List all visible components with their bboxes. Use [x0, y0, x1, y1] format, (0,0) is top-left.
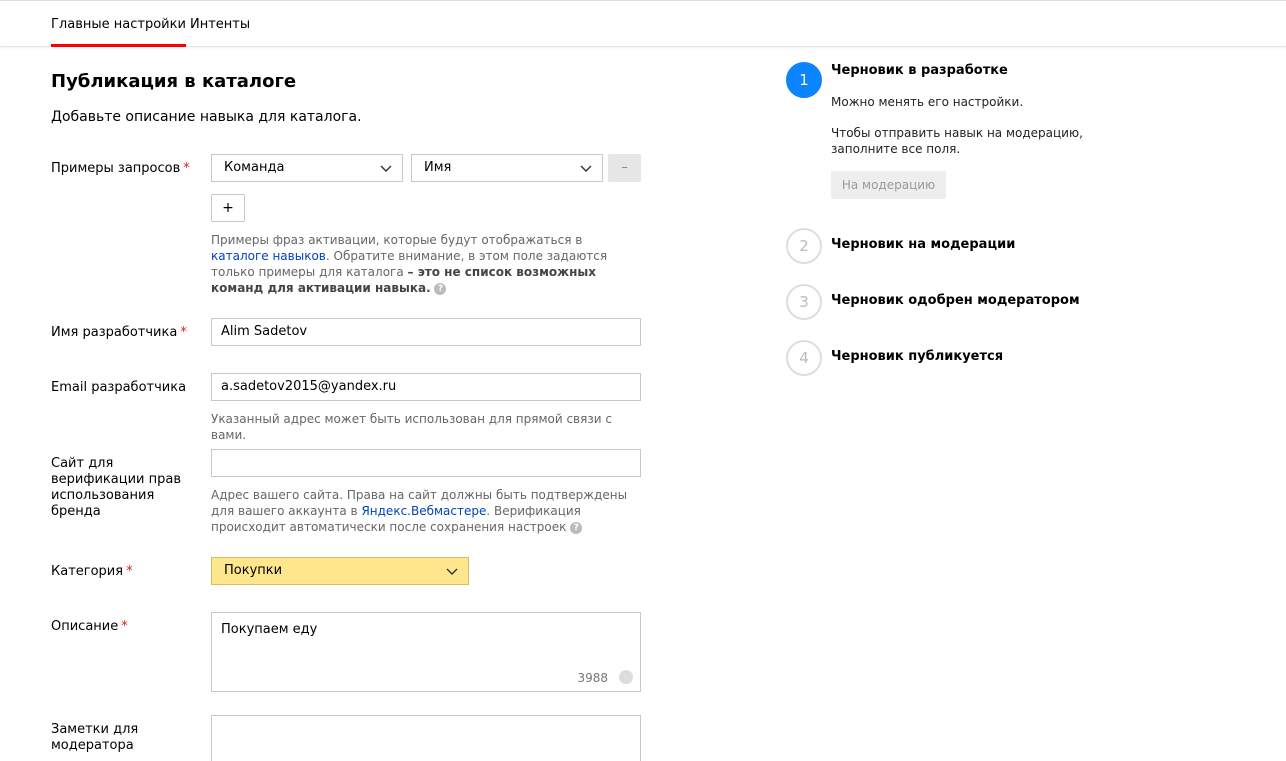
email-hint: Указанный адрес может быть использован д…: [211, 412, 612, 442]
page-subtitle: Добавьте описание навыка для каталога.: [51, 109, 362, 125]
examples-type-select[interactable]: Команда: [211, 154, 403, 182]
category-select[interactable]: Покупки: [211, 557, 469, 585]
chevron-down-icon: [580, 165, 592, 172]
tab-intents[interactable]: Интенты: [190, 17, 250, 32]
required-mark: *: [126, 564, 133, 579]
step-1-instructions: Чтобы отправить навык на модерацию, запо…: [831, 126, 1083, 156]
page-title: Публикация в каталоге: [51, 71, 297, 92]
description-value: Покупаем еду: [221, 622, 318, 637]
notes-textarea[interactable]: [211, 715, 641, 761]
developer-name-input[interactable]: Alim Sadetov: [211, 318, 641, 346]
site-hint: Адрес вашего сайта. Права на сайт должны…: [211, 488, 628, 534]
step-4-circle: 4: [786, 340, 822, 376]
developer-email-input[interactable]: a.sadetov2015@yandex.ru: [211, 373, 641, 401]
examples-value-value: Имя: [424, 160, 452, 175]
developer-email-label: Email разработчика: [51, 380, 187, 395]
catalog-link[interactable]: каталоге навыков: [211, 249, 326, 263]
step-3-title: Черновик одобрен модератором: [831, 293, 1080, 308]
step-1-text: Можно менять его настройки.: [831, 95, 1024, 109]
required-mark: *: [180, 325, 187, 340]
counter-indicator-icon: [619, 670, 633, 684]
step-1-title: Черновик в разработке: [831, 63, 1008, 78]
required-mark: *: [121, 619, 128, 634]
examples-value-select[interactable]: Имя: [411, 154, 603, 182]
category-value: Покупки: [224, 563, 283, 578]
add-example-button[interactable]: +: [211, 194, 245, 222]
examples-type-value: Команда: [224, 160, 285, 175]
chevron-down-icon: [380, 165, 392, 172]
tab-bar: Главные настройки Интенты: [0, 3, 1286, 47]
notes-label: Заметки для модератора: [51, 722, 139, 753]
remove-example-button[interactable]: –: [608, 154, 641, 182]
required-mark: *: [183, 161, 190, 176]
tab-main-settings[interactable]: Главные настройки: [51, 17, 186, 47]
help-icon[interactable]: ?: [570, 521, 583, 534]
description-textarea[interactable]: Покупаем еду 3988: [211, 612, 641, 692]
char-counter: 3988: [577, 671, 608, 685]
examples-label: Примеры запросов *: [51, 161, 190, 176]
help-icon[interactable]: ?: [434, 282, 447, 295]
step-1-circle: 1: [786, 62, 822, 98]
step-2-title: Черновик на модерации: [831, 237, 1016, 252]
description-label: Описание *: [51, 619, 128, 634]
site-label: Сайт для верификации прав использования …: [51, 456, 181, 519]
step-2-circle: 2: [786, 228, 822, 264]
chevron-down-icon: [446, 568, 458, 575]
developer-name-label: Имя разработчика *: [51, 325, 187, 340]
site-input[interactable]: [211, 449, 641, 477]
step-4-title: Черновик публикуется: [831, 349, 1004, 364]
send-to-moderation-button[interactable]: На модерацию: [831, 171, 946, 199]
examples-hint: Примеры фраз активации, которые будут от…: [211, 233, 608, 295]
webmaster-link[interactable]: Яндекс.Вебмастере: [361, 504, 486, 518]
step-3-circle: 3: [786, 284, 822, 320]
category-label: Категория *: [51, 564, 133, 579]
